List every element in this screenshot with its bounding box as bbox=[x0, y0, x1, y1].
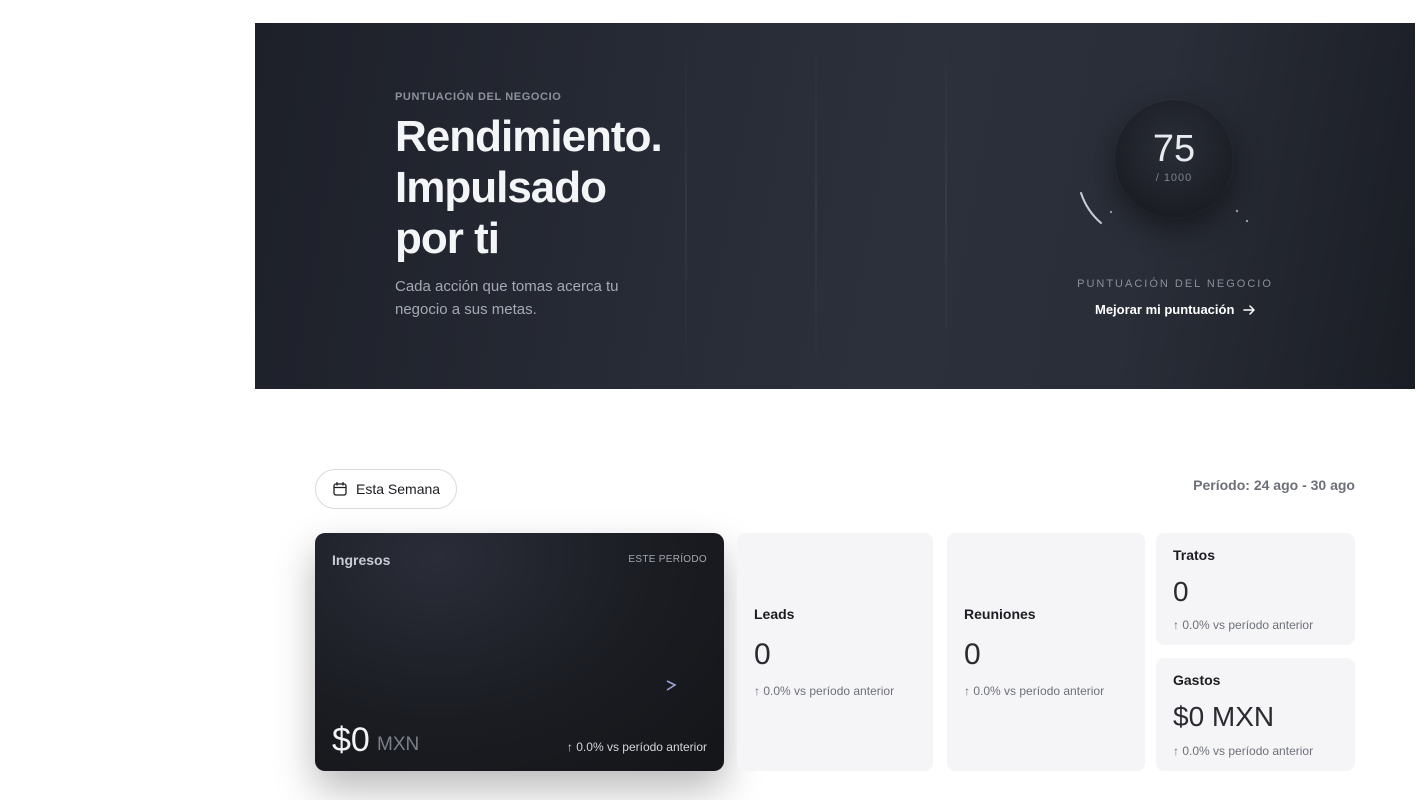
revenue-currency: MXN bbox=[377, 734, 420, 755]
arrow-right-icon bbox=[1243, 304, 1256, 315]
revenue-delta: ↑ 0.0% vs período anterior bbox=[566, 740, 707, 754]
hero-title-line: por ti bbox=[395, 214, 500, 263]
deals-card[interactable]: Tratos 0 ↑ 0.0% vs período anterior bbox=[1156, 533, 1355, 645]
revenue-trend-line bbox=[315, 680, 677, 691]
card-title: Gastos bbox=[1173, 672, 1221, 688]
leads-card[interactable]: Leads 0 ↑ 0.0% vs período anterior bbox=[737, 533, 933, 771]
card-value: $0 MXN bbox=[1173, 701, 1275, 732]
period-selector-button[interactable]: Esta Semana bbox=[315, 469, 458, 509]
card-value: 0 bbox=[1173, 576, 1189, 607]
card-delta: ↑ 0.0% vs período anterior bbox=[754, 684, 895, 698]
hero-subtitle: Cada acción que tomas acerca tu negocio … bbox=[395, 278, 619, 318]
card-value: 0 bbox=[964, 638, 981, 671]
meetings-card[interactable]: Reuniones 0 ↑ 0.0% vs período anterior bbox=[947, 533, 1145, 771]
hero-eyebrow: PUNTUACIÓN DEL NEGOCIO bbox=[395, 91, 562, 103]
card-title: Reuniones bbox=[964, 606, 1036, 622]
decorative-streak bbox=[945, 23, 947, 389]
score-hero-banner: PUNTUACIÓN DEL NEGOCIO Rendimiento. Impu… bbox=[255, 23, 1415, 389]
card-title: Tratos bbox=[1173, 547, 1216, 563]
expenses-card[interactable]: Gastos $0 MXN ↑ 0.0% vs período anterior bbox=[1156, 658, 1355, 771]
revenue-amount: $0 bbox=[332, 721, 370, 759]
card-delta: ↑ 0.0% vs período anterior bbox=[964, 684, 1105, 698]
calendar-icon bbox=[333, 481, 347, 496]
hero-title-line: Rendimiento. bbox=[395, 112, 663, 161]
score-value: 75 bbox=[1152, 128, 1196, 170]
score-max: / 1000 bbox=[1155, 172, 1193, 184]
improve-score-link[interactable]: Mejorar mi puntuación bbox=[1095, 302, 1256, 317]
period-selector-label: Esta Semana bbox=[356, 481, 441, 497]
card-delta: ↑ 0.0% vs período anterior bbox=[1173, 618, 1314, 632]
score-label: PUNTUACIÓN DEL NEGOCIO bbox=[1077, 278, 1273, 290]
decorative-streak bbox=[815, 23, 817, 389]
card-period-tag: ESTE PERÍODO bbox=[628, 554, 707, 565]
card-delta: ↑ 0.0% vs período anterior bbox=[1173, 744, 1314, 758]
period-range-text: Período: 24 ago - 30 ago bbox=[1193, 477, 1355, 493]
revenue-card[interactable]: Ingresos ESTE PERÍODO $0 MXN ↑ 0.0% vs p… bbox=[315, 533, 724, 771]
improve-score-label: Mejorar mi puntuación bbox=[1095, 302, 1235, 317]
card-title: Leads bbox=[754, 606, 795, 622]
hero-title-line: Impulsado bbox=[395, 163, 607, 212]
score-orb: 75 / 1000 bbox=[1115, 100, 1233, 218]
card-title: Ingresos bbox=[332, 552, 391, 568]
card-value: 0 bbox=[754, 638, 771, 671]
hero-title: Rendimiento. Impulsado por ti bbox=[395, 111, 715, 264]
